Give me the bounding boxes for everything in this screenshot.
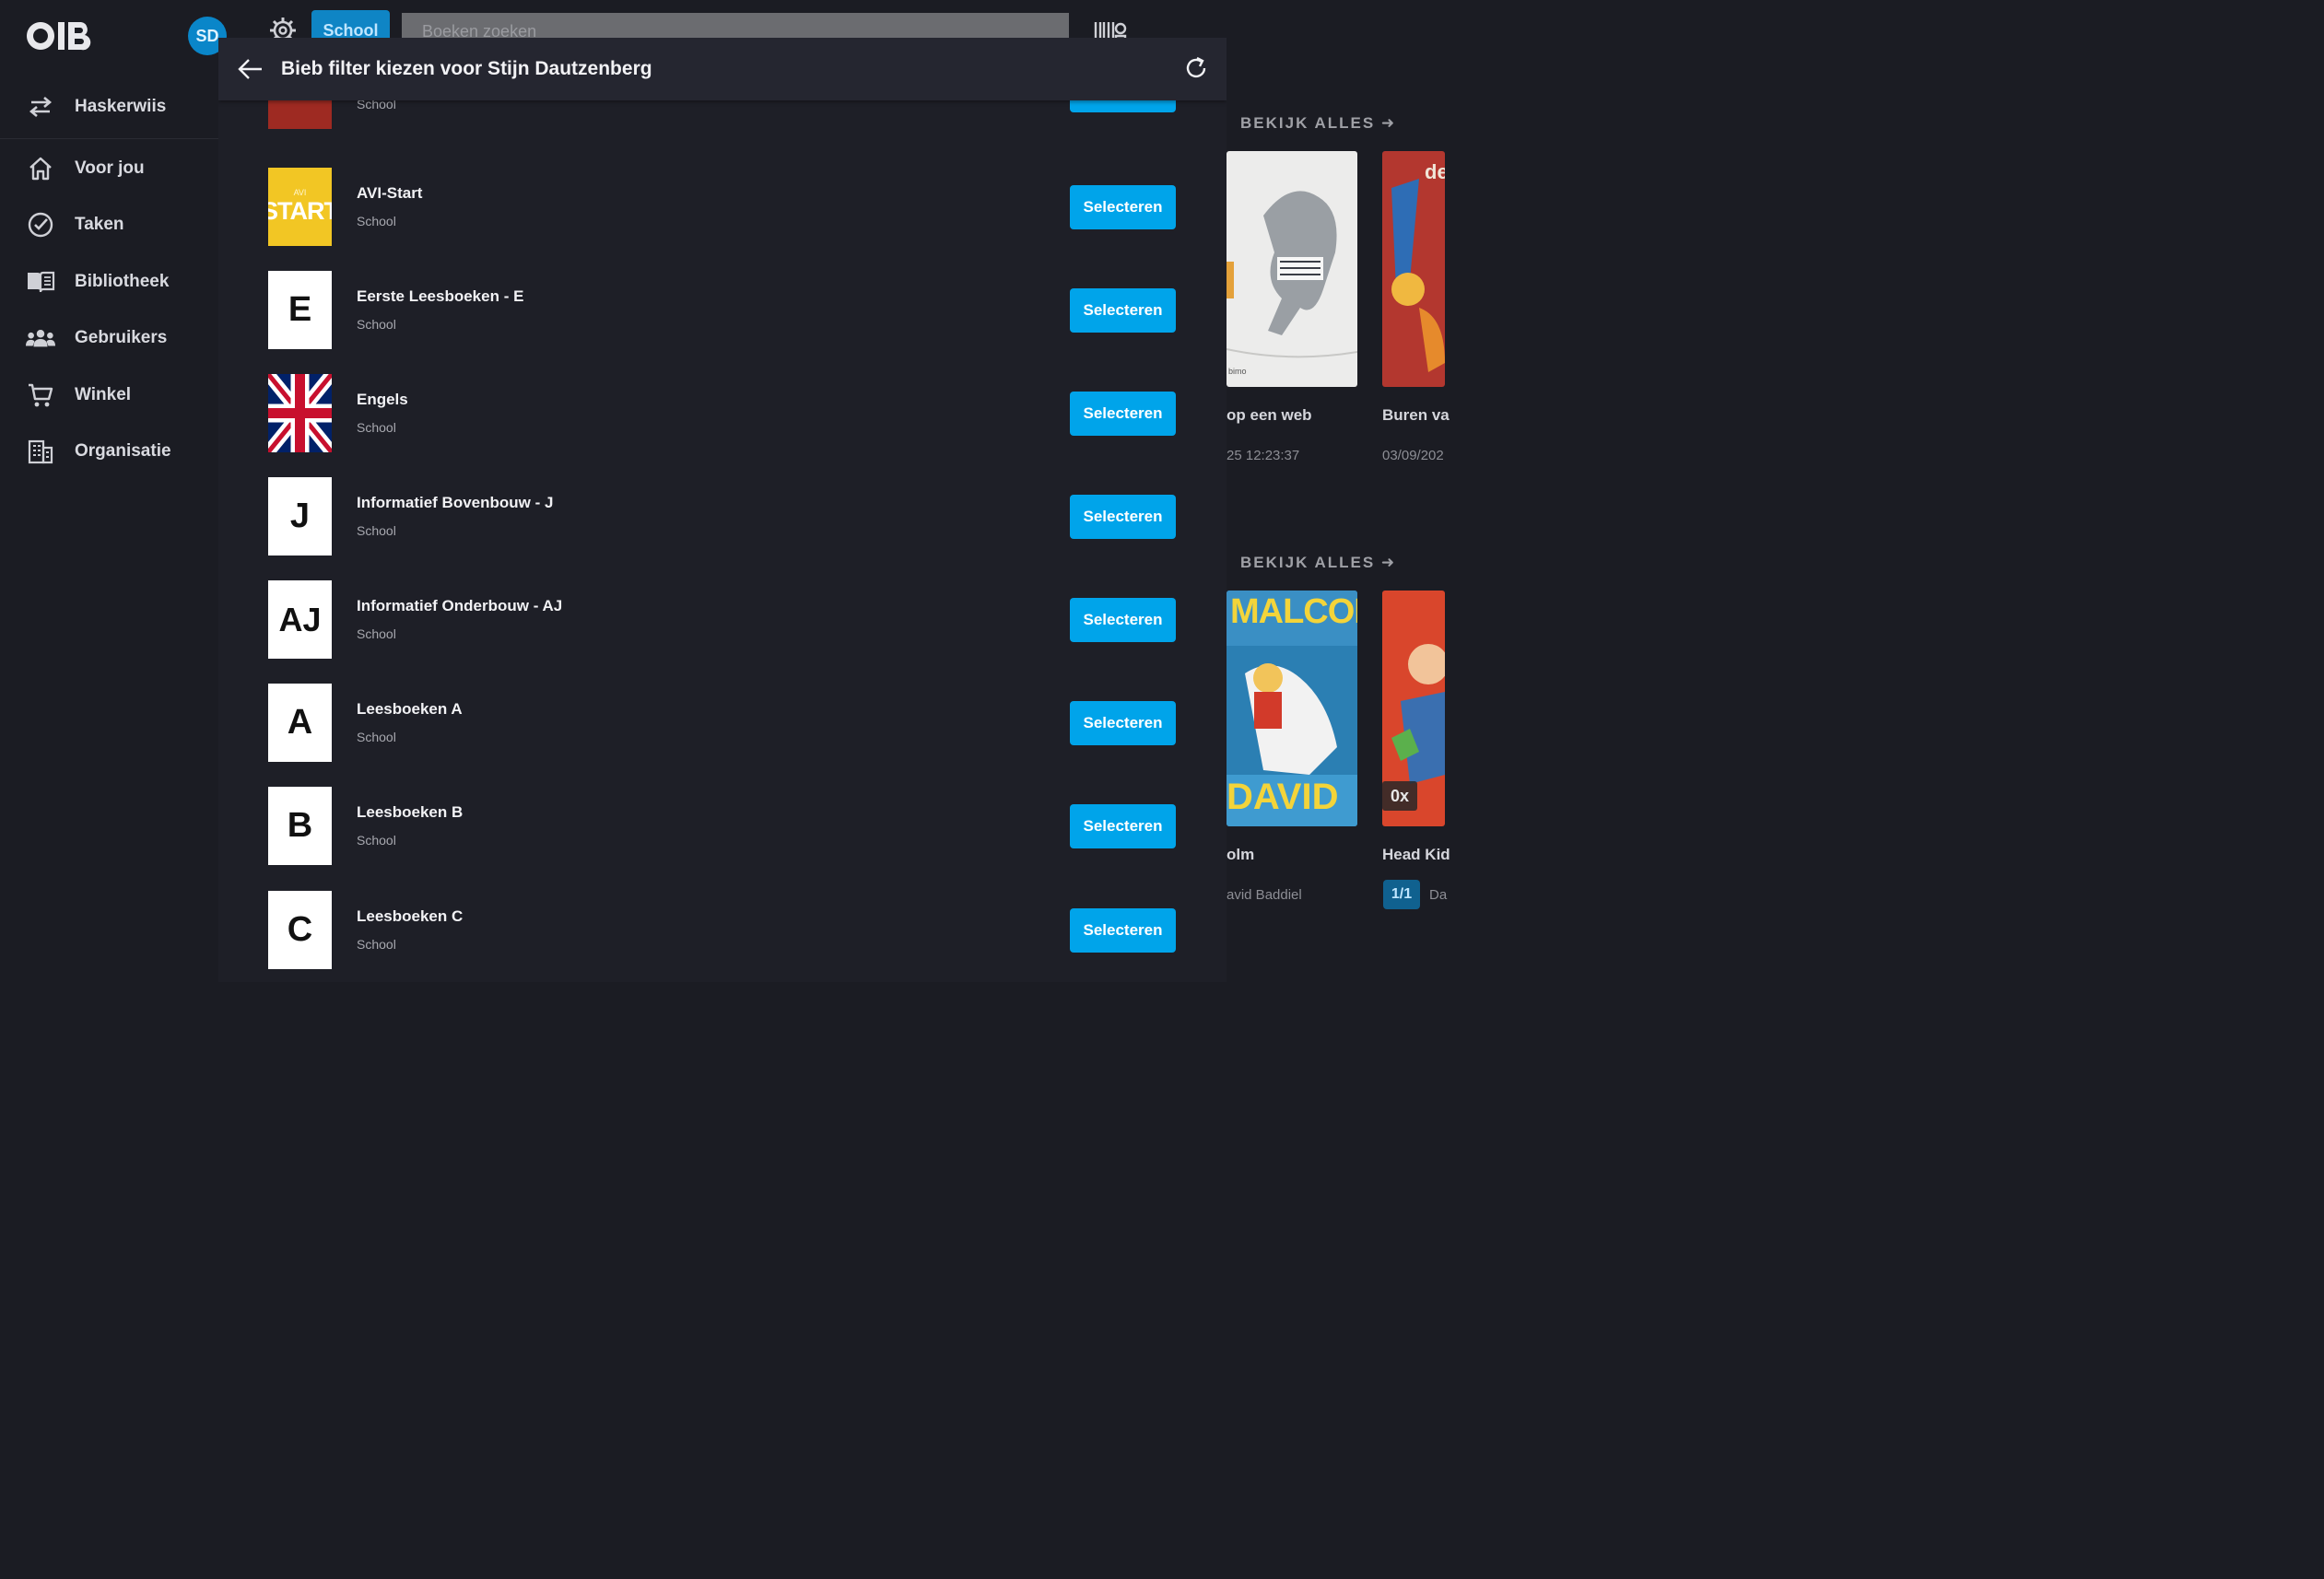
sidebar-item-label: Bibliotheek <box>75 272 170 291</box>
book-author: Da <box>1429 887 1448 903</box>
building-icon <box>26 437 55 466</box>
sidebar-item-voor-jou[interactable]: Voor jou <box>0 145 218 193</box>
select-button[interactable]: Selecteren <box>1070 701 1176 745</box>
filter-thumbnail: C <box>268 891 332 969</box>
filter-name: Engels <box>357 391 408 408</box>
filter-list-item: A Leesboeken A School Selecteren <box>218 658 1227 762</box>
book-cover[interactable]: MALCOLM DAVID <box>1227 591 1357 826</box>
sidebar-item-label: Taken <box>75 215 124 234</box>
filter-name: Leesboeken A <box>357 700 463 718</box>
oib-logo[interactable] <box>25 18 91 53</box>
home-icon <box>26 154 55 183</box>
book-title[interactable]: olm <box>1227 846 1254 864</box>
availability-pill: 1/1 <box>1383 880 1420 909</box>
book-meta: 25 12:23:37 <box>1227 448 1300 463</box>
filter-name: Leesboeken B <box>357 803 464 821</box>
book-open-icon <box>26 267 55 297</box>
sidebar-item-gebruikers[interactable]: Gebruikers <box>0 314 218 362</box>
filter-thumbnail: AVI START <box>268 168 332 246</box>
cart-icon <box>26 380 55 410</box>
arrow-right-icon: ➜ <box>1380 554 1397 571</box>
filter-name: Eerste Leesboeken - E <box>357 287 524 305</box>
filter-scope: School <box>357 937 396 952</box>
select-button[interactable]: Selecteren <box>1070 495 1176 539</box>
arrow-left-icon <box>238 59 262 79</box>
sidebar-item-bibliotheek[interactable]: Bibliotheek <box>0 258 218 306</box>
filter-name: Informatief Bovenbouw - J <box>357 494 554 511</box>
sidebar-item-taken[interactable]: Taken <box>0 201 218 249</box>
filter-thumbnail: E <box>268 271 332 349</box>
check-circle-icon <box>26 210 55 240</box>
select-button[interactable]: Selecteren <box>1070 288 1176 333</box>
book-title[interactable]: op een web <box>1227 406 1312 425</box>
filter-scope: School <box>357 523 396 538</box>
filter-thumbnail: A <box>268 684 332 762</box>
filter-scope: School <box>357 214 396 228</box>
read-count-badge: 0x <box>1382 781 1417 811</box>
see-all-link[interactable]: BEKIJK ALLES ➜ <box>1240 114 1396 133</box>
select-button[interactable]: Selecteren <box>1070 392 1176 436</box>
filter-scope: School <box>357 833 396 848</box>
filter-list-item: Engels School Selecteren <box>218 348 1227 452</box>
filter-list-item: AJ Informatief Onderbouw - AJ School Sel… <box>218 555 1227 659</box>
sidebar-item-label: Voor jou <box>75 158 145 178</box>
filter-thumbnail: J <box>268 477 332 556</box>
book-cover[interactable]: bimo <box>1227 151 1357 387</box>
select-button[interactable]: Selecteren <box>1070 185 1176 229</box>
sidebar: SD Haskerwiis Voor jou Taken Bibliotheek… <box>0 0 227 982</box>
filter-list-item: AVI START AVI-Start School Selecteren <box>218 142 1227 246</box>
filter-list-item: B Leesboeken B School Selecteren <box>218 761 1227 865</box>
see-all-link[interactable]: BEKIJK ALLES ➜ <box>1240 554 1396 572</box>
swap-arrows-icon <box>26 92 55 122</box>
select-button[interactable]: Selecteren <box>1070 804 1176 848</box>
book-cover[interactable]: de <box>1382 151 1445 387</box>
sidebar-item-label: Winkel <box>75 385 132 404</box>
filter-scope: School <box>357 420 396 435</box>
book-cover-illustration <box>1391 179 1445 372</box>
sidebar-item-label: Haskerwiis <box>75 97 167 116</box>
library-filter-modal: Bieb filter kiezen voor Stijn Dautzenber… <box>218 38 1227 982</box>
modal-header: Bieb filter kiezen voor Stijn Dautzenber… <box>218 38 1227 100</box>
filter-thumbnail: B <box>268 787 332 865</box>
sidebar-divider <box>0 138 218 139</box>
users-icon <box>26 323 55 353</box>
sidebar-item-winkel[interactable]: Winkel <box>0 371 218 419</box>
filter-list-item: J Informatief Bovenbouw - J School Selec… <box>218 451 1227 556</box>
filter-name: AVI-Start <box>357 184 423 202</box>
filter-name: Informatief Onderbouw - AJ <box>357 597 563 614</box>
book-cover-illustration <box>1227 191 1357 358</box>
filter-scope: School <box>357 730 396 744</box>
book-author: avid Baddiel <box>1227 887 1302 903</box>
sidebar-item-haskerwiis[interactable]: Haskerwiis <box>0 83 218 131</box>
refresh-button[interactable] <box>1180 53 1212 84</box>
book-title[interactable]: Buren va <box>1382 406 1450 425</box>
sidebar-item-label: Organisatie <box>75 441 171 461</box>
filter-thumbnail: AJ <box>268 580 332 659</box>
uk-flag-icon <box>268 374 332 452</box>
select-button[interactable]: Selecteren <box>1070 598 1176 642</box>
modal-title: Bieb filter kiezen voor Stijn Dautzenber… <box>281 58 652 79</box>
book-meta: 03/09/202 <box>1382 448 1444 463</box>
filter-scope: School <box>357 317 396 332</box>
sidebar-item-label: Gebruikers <box>75 328 168 347</box>
back-button[interactable] <box>235 53 266 85</box>
arrow-right-icon: ➜ <box>1380 114 1397 132</box>
filter-name: Leesboeken C <box>357 907 464 925</box>
filter-list-item: E Eerste Leesboeken - E School Selectere… <box>218 245 1227 349</box>
filter-scope: School <box>357 626 396 641</box>
filter-list-item: C Leesboeken C School Selecteren <box>218 865 1227 969</box>
book-title[interactable]: Head Kid <box>1382 846 1450 864</box>
sidebar-item-organisatie[interactable]: Organisatie <box>0 427 218 475</box>
select-button[interactable]: Selecteren <box>1070 908 1176 953</box>
refresh-icon <box>1186 56 1206 78</box>
